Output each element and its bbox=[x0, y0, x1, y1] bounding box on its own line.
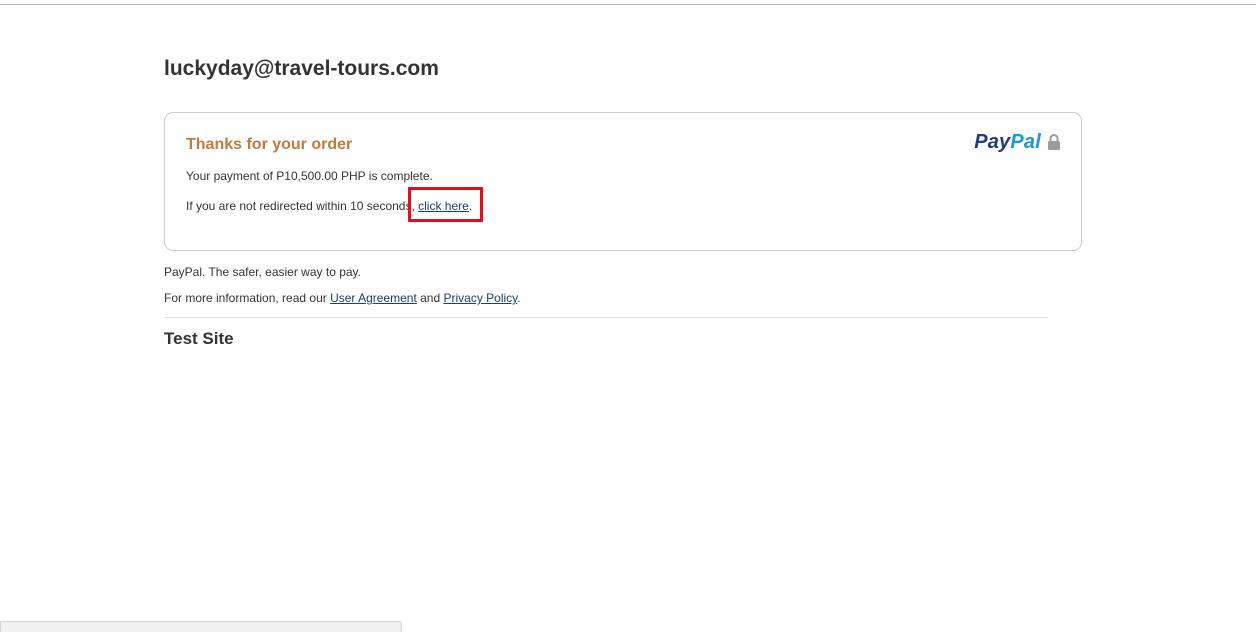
click-here-link[interactable]: click here bbox=[418, 199, 469, 213]
redirect-prefix: If you are not redirected within 10 seco… bbox=[186, 199, 419, 213]
user-agreement-link[interactable]: User Agreement bbox=[330, 291, 417, 305]
merchant-email: luckyday@travel-tours.com bbox=[164, 57, 439, 80]
more-info-and: and bbox=[416, 291, 444, 305]
more-info-prefix: For more information, read our bbox=[164, 291, 331, 305]
paypal-logo-pay: Pay bbox=[974, 131, 1011, 153]
site-name: Test Site bbox=[164, 329, 234, 348]
lock-icon bbox=[1048, 134, 1060, 150]
more-info-text: For more information, read our User Agre… bbox=[164, 291, 521, 305]
redirect-notice: If you are not redirected within 10 seco… bbox=[186, 199, 472, 213]
paypal-tagline: PayPal. The safer, easier way to pay. bbox=[164, 265, 361, 279]
order-confirmation-panel: Thanks for your order Your payment of P1… bbox=[164, 112, 1082, 251]
footer-divider bbox=[164, 317, 1048, 318]
redirect-suffix: . bbox=[468, 199, 473, 213]
paypal-logo: PayPal bbox=[974, 131, 1041, 154]
browser-status-bar bbox=[0, 621, 402, 632]
top-divider bbox=[0, 4, 1256, 5]
thanks-heading: Thanks for your order bbox=[186, 136, 353, 153]
paypal-logo-pal: Pal bbox=[1010, 131, 1041, 153]
payment-complete-text: Your payment of P10,500.00 PHP is comple… bbox=[186, 169, 433, 183]
privacy-policy-link[interactable]: Privacy Policy bbox=[444, 291, 518, 305]
more-info-suffix: . bbox=[517, 291, 521, 305]
